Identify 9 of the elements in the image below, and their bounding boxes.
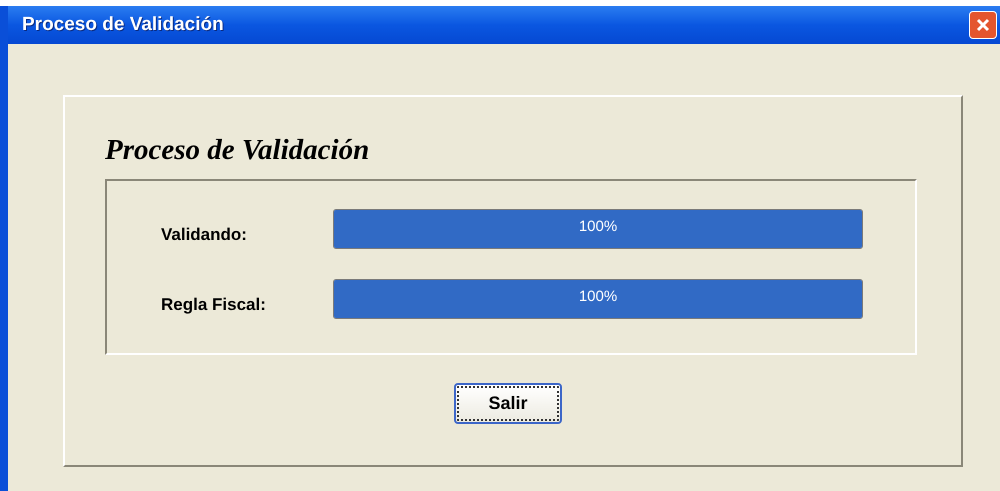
progress-reading: 100% — [578, 217, 618, 237]
close-icon — [975, 17, 991, 33]
close-button[interactable] — [969, 11, 997, 39]
progress-label: Regla Fiscal: — [160, 294, 267, 316]
window-title: Proceso de Validación — [22, 12, 224, 37]
progress-label: Validando: — [160, 224, 248, 246]
progress-reading: 100% — [578, 287, 618, 307]
panel-heading: Proceso de Validación — [105, 133, 370, 168]
exit-button[interactable]: Salir — [454, 383, 562, 424]
